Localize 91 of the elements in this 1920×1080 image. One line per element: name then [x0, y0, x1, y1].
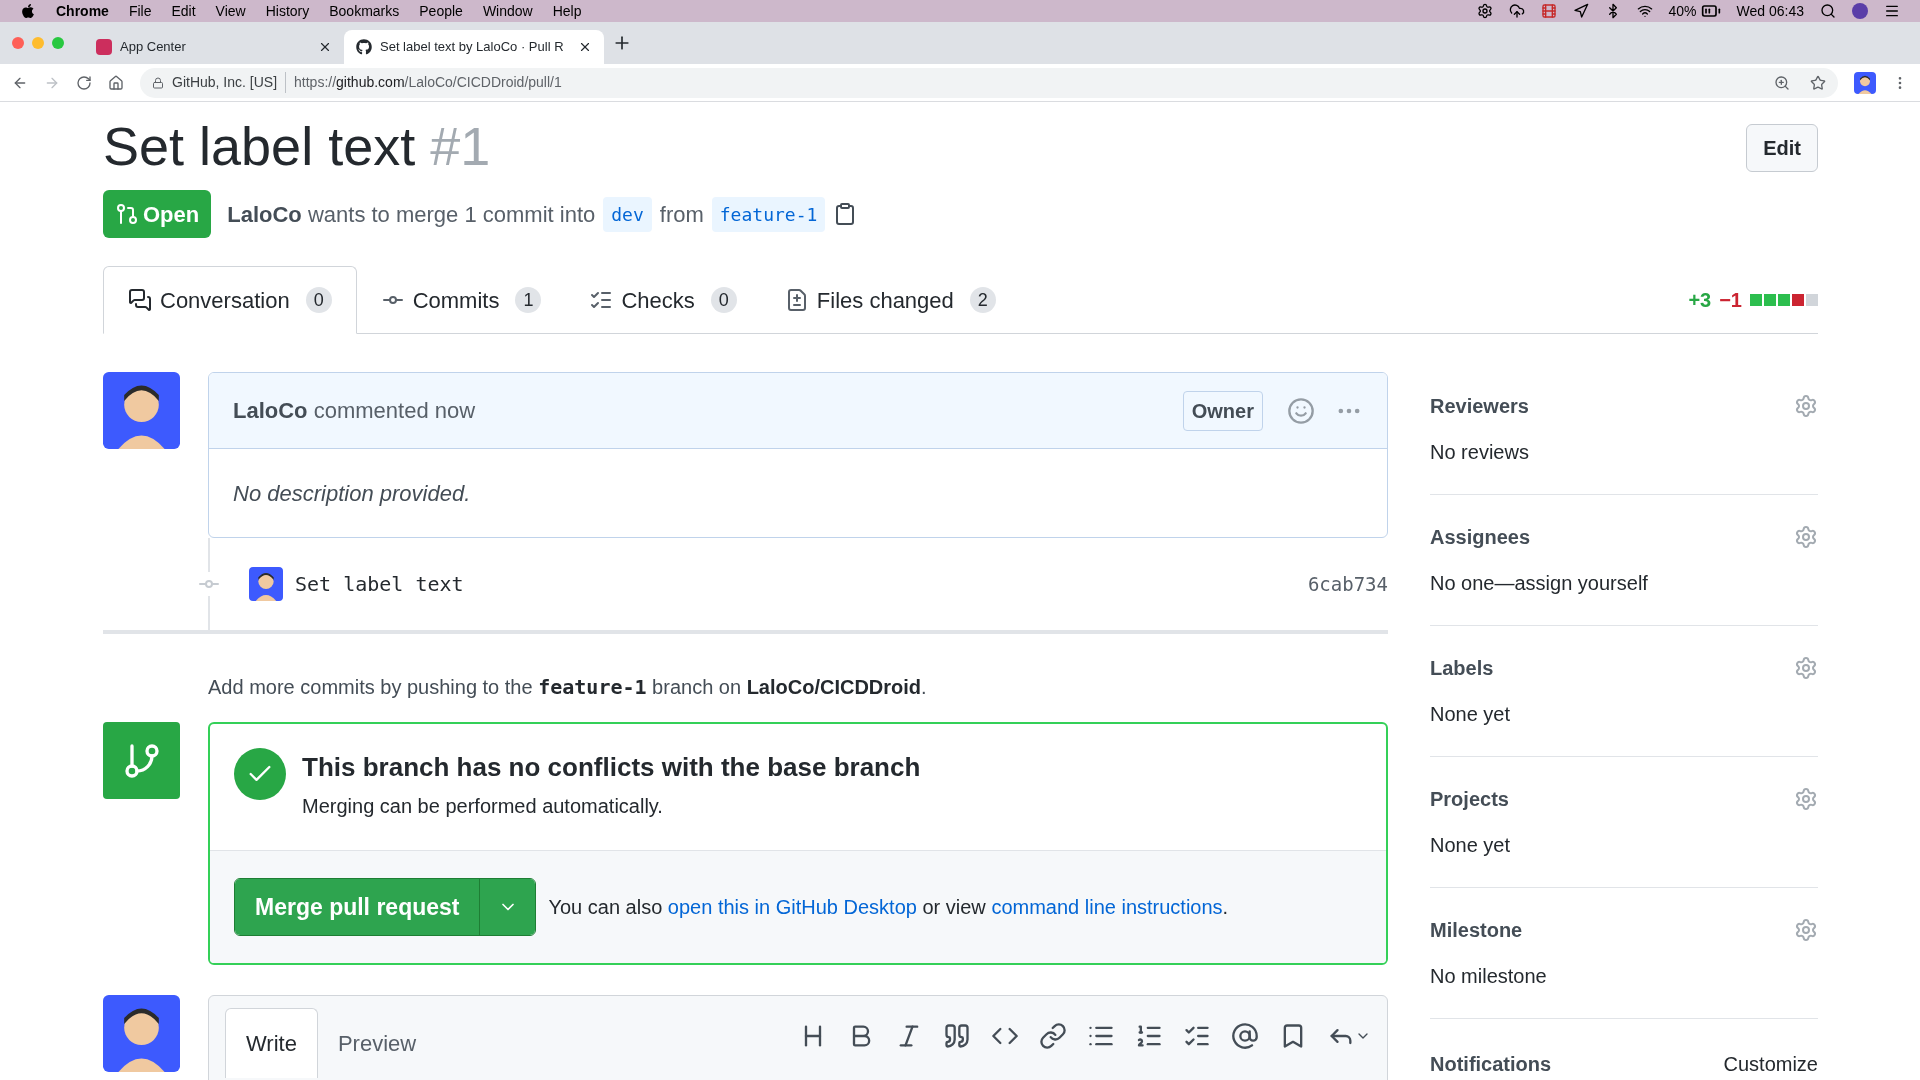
app-logo-icon [96, 39, 112, 55]
pr-tab[interactable]: Commits 1 [356, 266, 566, 334]
menu-item[interactable]: Edit [171, 0, 196, 22]
menu-item[interactable]: History [265, 0, 310, 22]
reload-icon[interactable] [76, 74, 92, 91]
pr-summary: LaloCo wants to merge 1 commit into [227, 200, 596, 229]
menu-icon[interactable] [1884, 3, 1900, 19]
tab-title: Set label text by LaloCo · Pull R [380, 38, 565, 57]
lock-icon [152, 76, 164, 89]
base-branch[interactable]: dev [603, 196, 652, 232]
github-desktop-link[interactable]: open this in GitHub Desktop [667, 896, 917, 918]
tab-label: Commits [412, 286, 500, 315]
sidebar-heading[interactable]: Projects [1430, 784, 1509, 814]
battery-percent: 40% [1668, 1, 1697, 21]
pr-tab[interactable]: Conversation 0 [103, 266, 357, 334]
menu-app-name[interactable]: Chrome [56, 0, 109, 22]
commit-sha[interactable]: 6cab734 [1307, 569, 1388, 599]
film-icon[interactable] [1540, 3, 1557, 19]
sidebar-heading[interactable]: Labels [1430, 653, 1494, 683]
address-field[interactable]: GitHub, Inc. [US] https://github.com/LaloCo/CICDDroid/pull/1 [140, 67, 1838, 98]
sidebar-heading[interactable]: Assignees [1430, 522, 1531, 552]
pr-title: Set label text #1 [103, 115, 491, 178]
pr-tab[interactable]: Checks 0 [565, 266, 761, 334]
owner-label: Owner [1182, 390, 1263, 431]
sidebar-heading[interactable]: Reviewers [1430, 391, 1529, 421]
merge-note: You can also open this in GitHub Desktop or view command line instructions. [548, 895, 1229, 920]
push-hint: Add more commits by pushing to the feature-1 branch on LaloCo/CICDDroid. [208, 674, 928, 701]
menu-item[interactable]: View [215, 0, 246, 22]
siri-icon[interactable] [1852, 3, 1868, 19]
menu-item[interactable]: People [419, 0, 463, 22]
menu-item[interactable]: File [128, 0, 152, 22]
head-branch[interactable]: feature-1 [711, 196, 826, 232]
merge-status-title: This branch has no conflicts with the base branch [302, 751, 921, 784]
pr-state-badge: Open [103, 190, 212, 238]
sidebar-heading[interactable]: Milestone [1430, 915, 1523, 945]
pull-request-icon [115, 202, 139, 226]
comment-body: No description provided. [233, 479, 471, 508]
toolbar-icon[interactable] [1039, 1022, 1067, 1050]
menu-item[interactable]: Bookmarks [329, 0, 400, 22]
github-icon [356, 39, 372, 55]
tab-label: Files changed [816, 286, 954, 315]
sidebar-value: No milestone [1430, 964, 1548, 989]
apple-icon[interactable] [20, 3, 36, 19]
tab-count: 0 [710, 287, 737, 313]
edit-button[interactable]: Edit [1746, 124, 1818, 172]
customize-link[interactable]: Customize [1723, 1049, 1818, 1079]
tab-count: 0 [305, 287, 332, 313]
bookmark-star-icon[interactable] [1810, 74, 1826, 91]
pr-tab[interactable]: Files changed 2 [760, 266, 1020, 334]
menu-clock[interactable]: Wed 06:43 [1736, 0, 1804, 22]
wifi-icon[interactable] [1636, 3, 1653, 19]
sidebar-value: No reviews [1430, 440, 1530, 465]
url-text: https://github.com/LaloCo/CICDDroid/pull/1 [294, 73, 562, 92]
tab-label: Checks [621, 286, 695, 315]
site-identity: GitHub, Inc. [US] [172, 72, 287, 93]
sidebar-value: None yet [1430, 702, 1512, 727]
sidebar-value: None yet [1430, 833, 1512, 858]
additions-count: +3 [1688, 287, 1712, 313]
home-icon[interactable] [108, 74, 124, 91]
tab-icon [128, 288, 152, 312]
browser-tab[interactable]: Set label text by LaloCo · Pull R [344, 30, 604, 64]
tab-count: 1 [515, 287, 542, 313]
composer-tab[interactable]: Write [225, 1008, 318, 1078]
toolbar-icon[interactable] [943, 1022, 971, 1050]
tab-label: Conversation [160, 286, 290, 315]
location-icon[interactable] [1572, 3, 1589, 19]
sidebar-heading: Notifications [1430, 1052, 1552, 1077]
deletions-count: −1 [1719, 287, 1742, 313]
from-text: from [659, 200, 704, 229]
success-check-icon [234, 748, 286, 800]
zoom-icon[interactable] [1774, 74, 1790, 91]
command-line-link[interactable]: command line instructions [991, 896, 1223, 918]
toolbar-icon[interactable] [1231, 1022, 1259, 1050]
close-icon[interactable] [318, 40, 332, 54]
sidebar-value: No one—assign yourself [1430, 571, 1649, 596]
close-icon[interactable] [578, 40, 592, 54]
comment-header: LaloCo commented now [233, 397, 476, 425]
cloud-upload-icon[interactable] [1508, 3, 1525, 19]
merge-status-subtitle: Merging can be performed automatically. [302, 794, 664, 819]
menu-item[interactable]: Window [482, 0, 533, 22]
commit-avatar [249, 567, 283, 601]
profile-avatar [1854, 71, 1876, 94]
add-reaction-icon[interactable] [1287, 396, 1315, 425]
browser-tab[interactable]: App Center [84, 30, 344, 64]
menu-item[interactable]: Help [552, 0, 582, 22]
tab-title: App Center [120, 38, 187, 57]
tab-count: 2 [969, 287, 996, 313]
commit-message[interactable]: Set label text [295, 569, 464, 599]
search-icon[interactable] [1820, 3, 1836, 19]
status-icon[interactable] [1476, 3, 1493, 19]
composer-tab[interactable]: Preview [317, 1008, 437, 1078]
